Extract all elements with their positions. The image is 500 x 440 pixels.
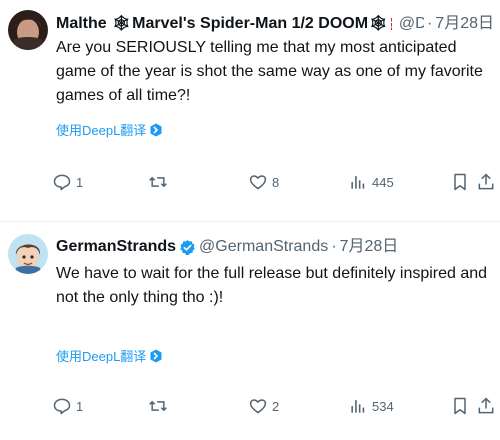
separator-dot: · <box>426 15 433 32</box>
share-button[interactable] <box>476 170 496 194</box>
reply-icon <box>53 398 71 415</box>
reply-button[interactable]: 1 <box>52 394 83 418</box>
like-count: 2 <box>272 398 280 414</box>
avatar-image <box>8 234 48 274</box>
translate-link[interactable]: 使用DeepL翻译 <box>56 120 163 139</box>
reply-count: 1 <box>76 174 84 190</box>
view-count: 445 <box>372 174 394 190</box>
tweet-date[interactable]: 7月28日 <box>435 13 494 35</box>
view-count: 534 <box>372 398 394 414</box>
retweet-icon <box>149 176 167 188</box>
tweet-card[interactable]: Malthe 🕸Marvel's Spider-Man 1/2 DOOM🕸 @D… <box>0 0 500 222</box>
bookmark-button[interactable] <box>450 170 470 194</box>
translate-label[interactable]: 使用DeepL翻译 <box>56 346 146 365</box>
author-name[interactable]: Malthe 🕸Marvel's Spider-Man 1/2 DOOM🕸 <box>56 13 389 35</box>
verified-badge-icon <box>179 239 196 256</box>
timeline: Malthe 🕸Marvel's Spider-Man 1/2 DOOM🕸 @D… <box>0 0 500 440</box>
share-icon <box>478 173 494 190</box>
like-button[interactable]: 8 <box>248 170 279 194</box>
translate-icon[interactable] <box>149 349 163 363</box>
author-handle[interactable]: @GermanStrands <box>199 236 328 258</box>
tweet-card[interactable]: GermanStrands @GermanStrands · 7月28日 We … <box>0 222 500 440</box>
views-icon <box>351 176 365 189</box>
tweet-date[interactable]: 7月28日 <box>340 236 399 258</box>
tweet-actions: 1 8 445 <box>52 170 496 194</box>
like-icon <box>249 399 267 414</box>
like-icon <box>249 175 267 190</box>
avatar[interactable] <box>8 10 48 50</box>
bookmark-icon <box>454 397 466 415</box>
avatar-image <box>8 10 48 50</box>
translate-icon[interactable] <box>149 123 163 137</box>
reply-count: 1 <box>76 398 84 414</box>
spider-emoji-icon: 🕸 <box>112 15 132 32</box>
like-button[interactable]: 2 <box>248 394 279 418</box>
views-button[interactable]: 534 <box>348 394 394 418</box>
spider-emoji-icon: 🕸 <box>369 15 389 32</box>
author-handle[interactable]: @DahlMalthe <box>399 13 424 35</box>
views-icon <box>351 400 365 413</box>
tweet-actions: 1 2 534 <box>52 394 496 418</box>
share-icon <box>478 397 494 414</box>
views-button[interactable]: 445 <box>348 170 394 194</box>
flag-icon <box>391 18 392 30</box>
tweet-text: We have to wait for the full release but… <box>56 265 488 306</box>
retweet-icon <box>149 400 167 412</box>
bookmark-button[interactable] <box>450 394 470 418</box>
tweet-header: Malthe 🕸Marvel's Spider-Man 1/2 DOOM🕸 @D… <box>56 13 494 35</box>
tweet-header: GermanStrands @GermanStrands · 7月28日 <box>56 236 494 258</box>
like-count: 8 <box>272 174 280 190</box>
author-name[interactable]: GermanStrands <box>56 236 176 258</box>
retweet-button[interactable] <box>148 170 172 194</box>
bookmark-icon <box>454 173 466 191</box>
translate-label[interactable]: 使用DeepL翻译 <box>56 120 146 139</box>
separator-dot: · <box>331 238 337 255</box>
reply-icon <box>53 174 71 191</box>
reply-button[interactable]: 1 <box>52 170 83 194</box>
avatar[interactable] <box>8 234 48 274</box>
translate-link[interactable]: 使用DeepL翻译 <box>56 346 163 365</box>
tweet-text: Are you SERIOUSLY telling me that my mos… <box>56 39 483 104</box>
retweet-button[interactable] <box>148 394 172 418</box>
share-button[interactable] <box>476 394 496 418</box>
